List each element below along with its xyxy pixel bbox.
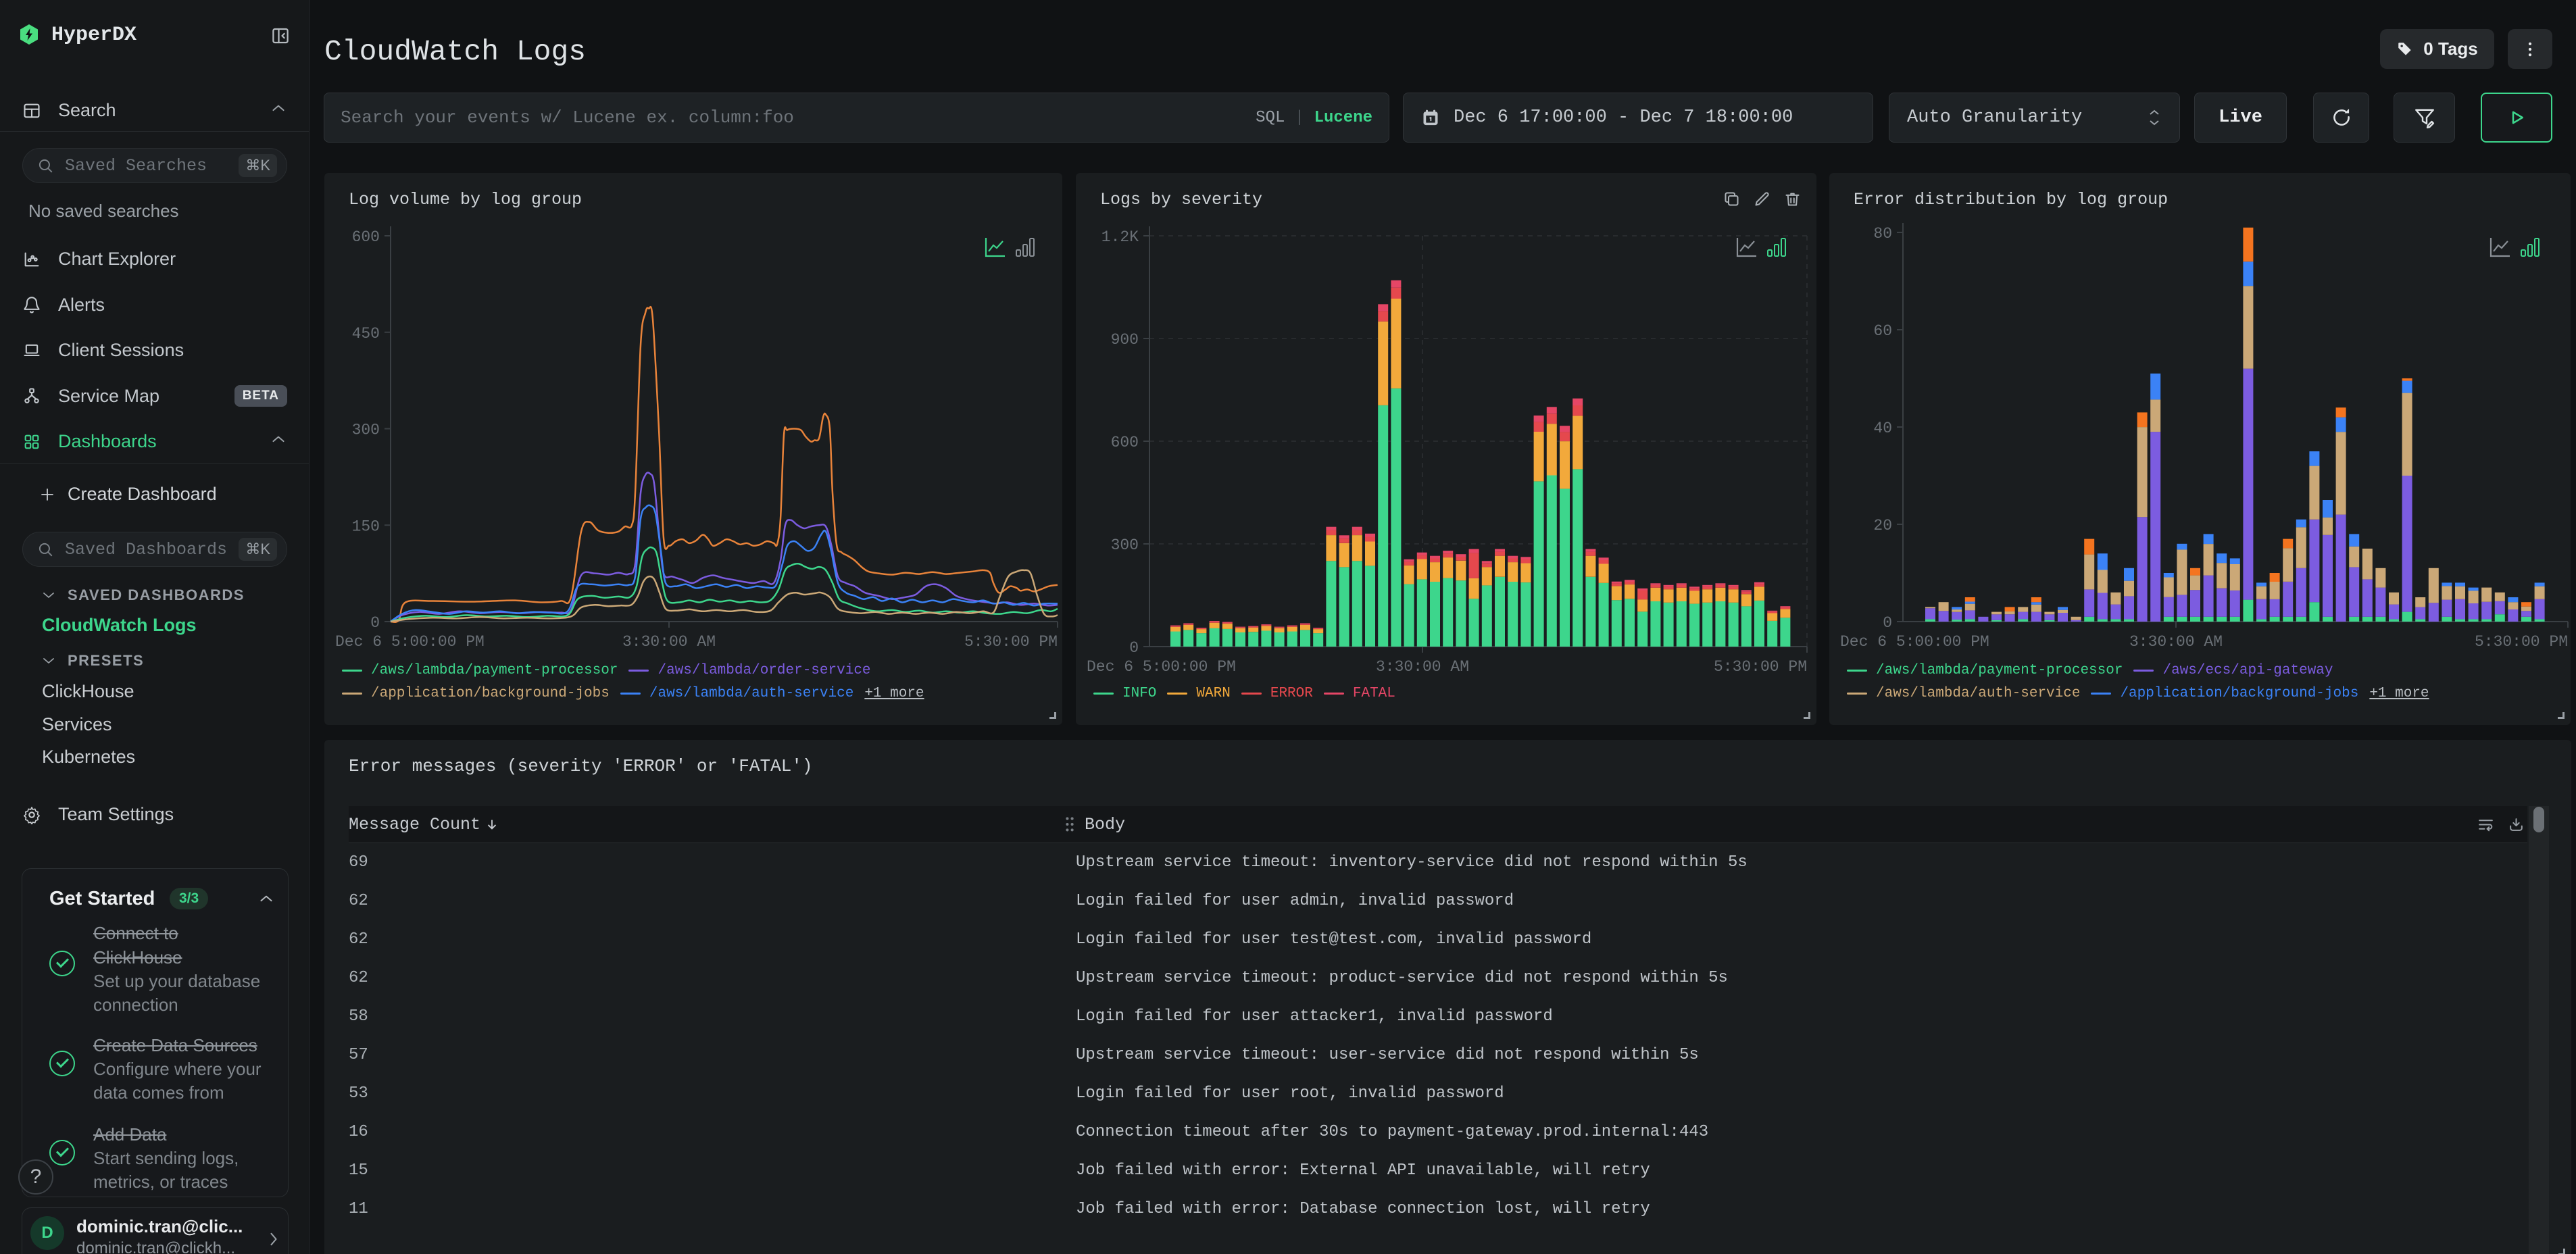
- svg-text:60: 60: [1873, 322, 1892, 340]
- svg-text:0: 0: [370, 614, 380, 632]
- svg-text:0: 0: [1883, 614, 1892, 632]
- svg-text:40: 40: [1873, 420, 1892, 437]
- svg-text:5:30:00 PM: 5:30:00 PM: [2475, 633, 2568, 651]
- svg-text:300: 300: [352, 422, 380, 439]
- svg-text:Dec 6 5:00:00 PM: Dec 6 5:00:00 PM: [1840, 633, 1989, 651]
- svg-text:20: 20: [1873, 517, 1892, 534]
- svg-text:80: 80: [1873, 225, 1892, 243]
- svg-text:450: 450: [352, 325, 380, 343]
- svg-text:300: 300: [1111, 536, 1139, 554]
- svg-text:1.2K: 1.2K: [1101, 228, 1139, 246]
- svg-text:3:30:00 AM: 3:30:00 AM: [1376, 658, 1469, 676]
- svg-text:Dec 6 5:00:00 PM: Dec 6 5:00:00 PM: [1087, 658, 1236, 676]
- svg-text:Dec 6 5:00:00 PM: Dec 6 5:00:00 PM: [335, 633, 485, 651]
- svg-text:600: 600: [352, 228, 380, 246]
- svg-text:0: 0: [1129, 639, 1139, 657]
- svg-text:3:30:00 AM: 3:30:00 AM: [622, 633, 716, 651]
- svg-text:150: 150: [352, 518, 380, 535]
- svg-text:900: 900: [1111, 331, 1139, 349]
- svg-text:3:30:00 AM: 3:30:00 AM: [2129, 633, 2223, 651]
- svg-text:5:30:00 PM: 5:30:00 PM: [1714, 658, 1807, 676]
- svg-text:5:30:00 PM: 5:30:00 PM: [964, 633, 1058, 651]
- svg-text:600: 600: [1111, 434, 1139, 451]
